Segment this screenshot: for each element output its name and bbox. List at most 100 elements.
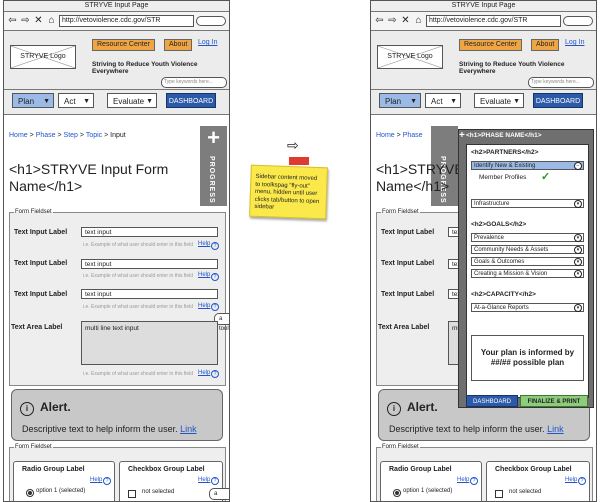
sidebar-dashboard-button[interactable]: DASHBOARD	[466, 395, 518, 407]
logo[interactable]: STRYVE Logo	[10, 45, 76, 69]
nav-act[interactable]: Act ▼	[58, 93, 94, 108]
breadcrumb-home[interactable]: Home	[9, 132, 28, 139]
forward-icon[interactable]: ⇨	[20, 16, 31, 26]
chevron-down-icon[interactable]: ▾	[574, 200, 582, 208]
nav-evaluate[interactable]: Evaluate ▼	[474, 93, 524, 108]
help-icon[interactable]: ?	[211, 477, 219, 485]
textarea-help-link[interactable]: Help	[198, 370, 210, 376]
chevron-down-icon[interactable]: ▾	[574, 270, 582, 278]
logo[interactable]: STRYVE Logo	[377, 45, 443, 69]
about-button[interactable]: About	[164, 39, 193, 51]
back-icon[interactable]: ⇦	[7, 16, 18, 26]
browser-search-field[interactable]	[563, 16, 593, 26]
alert-title: Alert.	[40, 400, 71, 414]
main-nav: Plan ▼ Act ▼ Evaluate ▼ DASHBOARD	[371, 90, 596, 115]
checkbox-group: Checkbox Group Label Help ? not selected	[486, 461, 590, 501]
help-icon[interactable]: ?	[211, 370, 219, 378]
radio-option-1[interactable]	[26, 489, 34, 497]
checkbox-help-link[interactable]: Help	[565, 477, 577, 483]
nav-evaluate[interactable]: Evaluate ▼	[107, 93, 157, 108]
finalize-print-button[interactable]: FINALIZE & PRINT	[520, 395, 588, 407]
window-title: STRYVE Input Page	[371, 1, 596, 12]
chevron-down-icon[interactable]: ▾	[574, 234, 582, 242]
forward-icon[interactable]: ⇨	[387, 16, 398, 26]
alert-text: Descriptive text to help inform the user…	[389, 424, 545, 434]
chevron-down-icon[interactable]: ▾	[574, 258, 582, 266]
fieldset-legend: Form Fieldset	[15, 444, 52, 450]
breadcrumb-topic[interactable]: Topic	[86, 132, 102, 139]
login-link[interactable]: Log In	[565, 39, 584, 46]
main-nav: Plan ▼ Act ▼ Evaluate ▼ DASHBOARD	[4, 90, 229, 115]
nav-act-label: Act	[431, 97, 443, 106]
text-input-3[interactable]: text input	[81, 289, 218, 299]
alert-link[interactable]: Link	[547, 424, 564, 434]
nav-plan[interactable]: Plan ▼	[379, 93, 421, 108]
text-input-2[interactable]: text input	[81, 259, 218, 269]
radio-help-link[interactable]: Help	[90, 477, 102, 483]
textarea-input[interactable]: multi line text input	[81, 321, 218, 365]
sidebar-item-community[interactable]: Community Needs & Assets ▾	[471, 245, 584, 254]
window-title: STRYVE Input Page	[4, 1, 229, 12]
resource-center-button[interactable]: Resource Center	[92, 39, 155, 51]
alert-description: Descriptive text to help inform the user…	[389, 424, 564, 434]
resource-center-button[interactable]: Resource Center	[459, 39, 522, 51]
progress-tab[interactable]: + PROGRESS	[200, 126, 227, 206]
help-link-2[interactable]: Help	[198, 272, 210, 278]
alert-link[interactable]: Link	[180, 424, 197, 434]
checkbox-group-title: Checkbox Group Label	[128, 466, 205, 473]
sidebar-item-glance[interactable]: At-a-Glance Reports ▾	[471, 303, 584, 312]
help-icon[interactable]: ?	[470, 477, 478, 485]
site-search-input[interactable]: Type keywords here...	[528, 77, 594, 88]
breadcrumb-home[interactable]: Home	[376, 132, 395, 139]
sidebar-item-goals-outcomes[interactable]: Goals & Outcomes ▾	[471, 257, 584, 266]
checkbox-help-link[interactable]: Help	[198, 477, 210, 483]
radio-group: Radio Group Label Help ? option 1 (selec…	[380, 461, 482, 501]
chevron-down-icon[interactable]: ▾	[574, 246, 582, 254]
browser-search-field[interactable]	[196, 16, 226, 26]
nav-plan[interactable]: Plan ▼	[12, 93, 54, 108]
dashboard-button[interactable]: DASHBOARD	[166, 93, 216, 108]
text-input-1[interactable]: text input	[81, 227, 218, 237]
nav-plan-label: Plan	[385, 97, 402, 106]
help-icon[interactable]: ?	[103, 477, 111, 485]
sidebar-item-identify[interactable]: Identify New & Existing −	[471, 161, 584, 170]
close-icon[interactable]: ✕	[33, 16, 44, 26]
radio-option-1[interactable]	[393, 489, 401, 497]
url-bar[interactable]: http://vetoviolence.cdc.gov/STR	[426, 15, 561, 27]
breadcrumb: Home > Phase > Step > Topic > Input	[9, 132, 126, 139]
checkbox-group-title: Checkbox Group Label	[495, 466, 572, 473]
help-link-1[interactable]: Help	[198, 241, 210, 247]
about-button[interactable]: About	[531, 39, 560, 51]
alert-text: Descriptive text to help inform the user…	[22, 424, 178, 434]
close-icon[interactable]: ✕	[400, 16, 411, 26]
home-icon[interactable]: ⌂	[413, 16, 424, 26]
help-link-3[interactable]: Help	[198, 303, 210, 309]
collapse-icon[interactable]: −	[574, 162, 582, 170]
breadcrumb-phase[interactable]: Phase	[36, 132, 56, 139]
radio-help-link[interactable]: Help	[457, 477, 469, 483]
help-icon[interactable]: ?	[211, 242, 219, 250]
back-icon[interactable]: ⇦	[374, 16, 385, 26]
checkbox-option-1[interactable]	[495, 490, 503, 498]
dashboard-button[interactable]: DASHBOARD	[533, 93, 583, 108]
nav-plan-label: Plan	[18, 97, 35, 106]
sidebar-subitem-member-profiles[interactable]: Member Profiles	[479, 174, 526, 181]
pushpin-icon	[289, 157, 309, 165]
url-bar[interactable]: http://vetoviolence.cdc.gov/STR	[59, 15, 194, 27]
login-link[interactable]: Log In	[198, 39, 217, 46]
chevron-down-icon[interactable]: ▾	[574, 304, 582, 312]
breadcrumb-phase[interactable]: Phase	[403, 132, 423, 139]
sidebar-item-prevalence[interactable]: Prevalence ▾	[471, 233, 584, 242]
help-icon[interactable]: ?	[211, 303, 219, 311]
close-sidebar-icon[interactable]: +	[459, 130, 465, 141]
breadcrumb-step[interactable]: Step	[64, 132, 78, 139]
sidebar-item-mission-vision[interactable]: Creating a Mission & Vision ▾	[471, 269, 584, 278]
fieldset-legend: Form Fieldset	[382, 209, 419, 215]
site-search-input[interactable]: Type keywords here...	[161, 77, 227, 88]
sidebar-item-infrastructure[interactable]: Infrastructure ▾	[471, 199, 584, 208]
help-icon[interactable]: ?	[211, 273, 219, 281]
home-icon[interactable]: ⌂	[46, 16, 57, 26]
nav-act[interactable]: Act ▼	[425, 93, 461, 108]
help-icon[interactable]: ?	[578, 477, 586, 485]
checkbox-option-1[interactable]	[128, 490, 136, 498]
